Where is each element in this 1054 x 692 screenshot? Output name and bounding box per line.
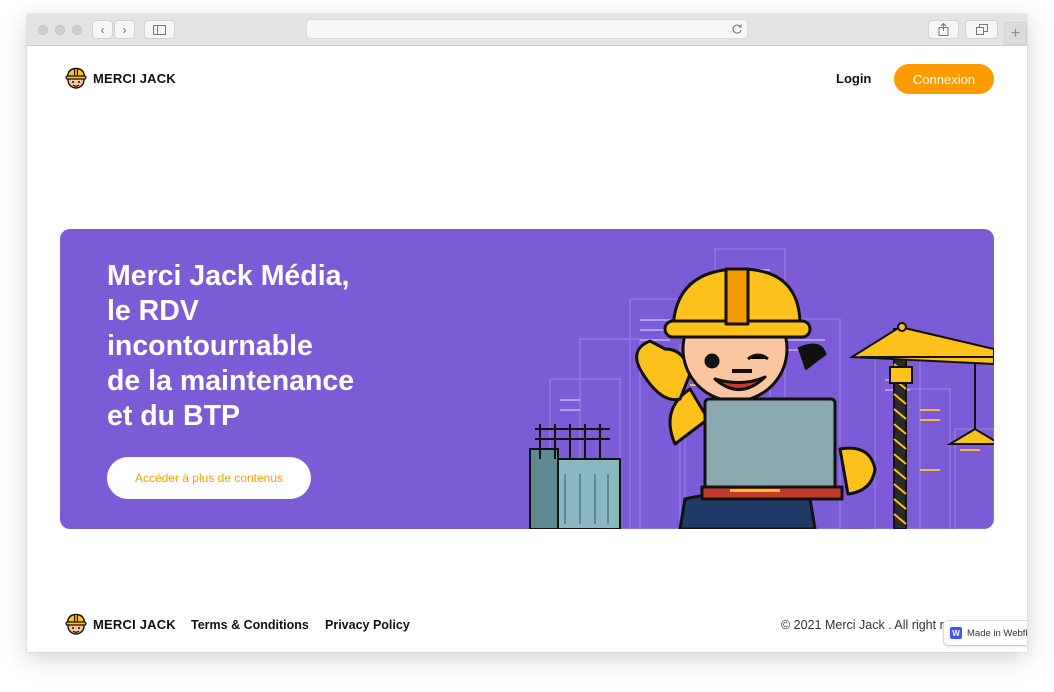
construction-worker-illustration bbox=[529, 248, 994, 529]
copyright-text: © 2021 Merci Jack . All right r bbox=[781, 618, 944, 632]
close-window-button[interactable] bbox=[38, 25, 48, 35]
more-content-button[interactable]: Accéder à plus de contenus bbox=[107, 457, 311, 499]
tabs-button[interactable] bbox=[965, 20, 998, 39]
footer-brand-name: MERCI JACK bbox=[93, 616, 176, 632]
hero-title-line: incontournable bbox=[107, 330, 313, 362]
share-icon bbox=[938, 23, 949, 36]
browser-window: ‹ › + MERCI JACK Login Connexion Merci J… bbox=[27, 14, 1027, 652]
brand-name: MERCI JACK bbox=[93, 70, 176, 86]
web-page: MERCI JACK Login Connexion Merci Jack Mé… bbox=[27, 46, 1027, 652]
chevron-left-icon: ‹ bbox=[100, 22, 105, 37]
chevron-right-icon: › bbox=[122, 22, 127, 37]
connexion-button[interactable]: Connexion bbox=[894, 64, 994, 94]
sidebar-icon bbox=[153, 24, 166, 35]
back-button[interactable]: ‹ bbox=[92, 20, 113, 39]
login-link[interactable]: Login bbox=[836, 71, 871, 86]
address-bar[interactable] bbox=[306, 19, 748, 39]
webflow-logo-icon: W bbox=[950, 627, 962, 639]
share-button[interactable] bbox=[928, 20, 959, 39]
hero-title-line: et du BTP bbox=[107, 400, 240, 432]
brand-logo-link[interactable]: MERCI JACK bbox=[64, 66, 176, 90]
new-tab-button[interactable]: + bbox=[1004, 22, 1027, 45]
minimize-window-button[interactable] bbox=[55, 25, 65, 35]
hardhat-logo-icon bbox=[65, 67, 87, 89]
terms-link[interactable]: Terms & Conditions bbox=[191, 618, 309, 632]
zoom-window-button[interactable] bbox=[72, 25, 82, 35]
hero-title-line: de la maintenance bbox=[107, 365, 355, 397]
footer-brand-link[interactable]: MERCI JACK bbox=[64, 612, 176, 636]
hero-title-line: le RDV bbox=[107, 295, 199, 327]
reload-icon[interactable] bbox=[731, 23, 743, 35]
tabs-icon bbox=[975, 24, 988, 35]
privacy-link[interactable]: Privacy Policy bbox=[325, 618, 410, 632]
plus-icon: + bbox=[1010, 24, 1021, 42]
forward-button[interactable]: › bbox=[114, 20, 135, 39]
made-in-webflow-badge[interactable]: W Made in Webflow bbox=[944, 621, 1027, 645]
browser-toolbar: ‹ › + bbox=[27, 14, 1027, 46]
webflow-badge-label: Made in Webflow bbox=[967, 627, 1027, 639]
hero-title-line: Merci Jack Média, bbox=[107, 260, 350, 292]
sidebar-button[interactable] bbox=[144, 20, 175, 39]
hardhat-logo-icon bbox=[65, 613, 87, 635]
hero-banner: Merci Jack Média, le RDV incontournable … bbox=[60, 229, 994, 529]
hero-title: Merci Jack Média, le RDV incontournable … bbox=[107, 259, 437, 434]
